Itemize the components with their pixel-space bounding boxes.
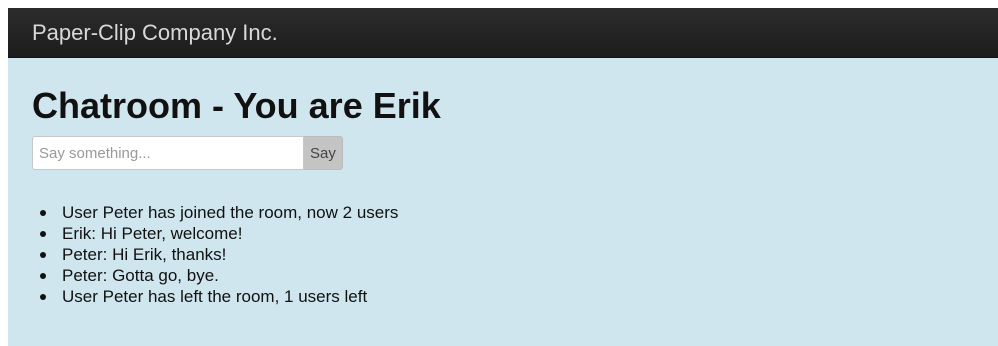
message-item: User Peter has left the room, 1 users le… [40,286,998,307]
main-content: Chatroom - You are Erik Say User Peter h… [8,58,998,346]
top-navbar: Paper-Clip Company Inc. [8,8,998,58]
page-title: Chatroom - You are Erik [32,85,441,126]
message-item: Peter: Gotta go, bye. [40,265,998,286]
say-button[interactable]: Say [304,136,343,170]
message-item: Erik: Hi Peter, welcome! [40,223,998,244]
message-item: User Peter has joined the room, now 2 us… [40,202,998,223]
message-form: Say [32,136,998,170]
app-frame: Paper-Clip Company Inc. Chatroom - You a… [8,8,998,346]
brand-name[interactable]: Paper-Clip Company Inc. [32,20,278,46]
message-item: Peter: Hi Erik, thanks! [40,244,998,265]
message-input[interactable] [32,136,304,170]
message-list: User Peter has joined the room, now 2 us… [32,202,998,307]
